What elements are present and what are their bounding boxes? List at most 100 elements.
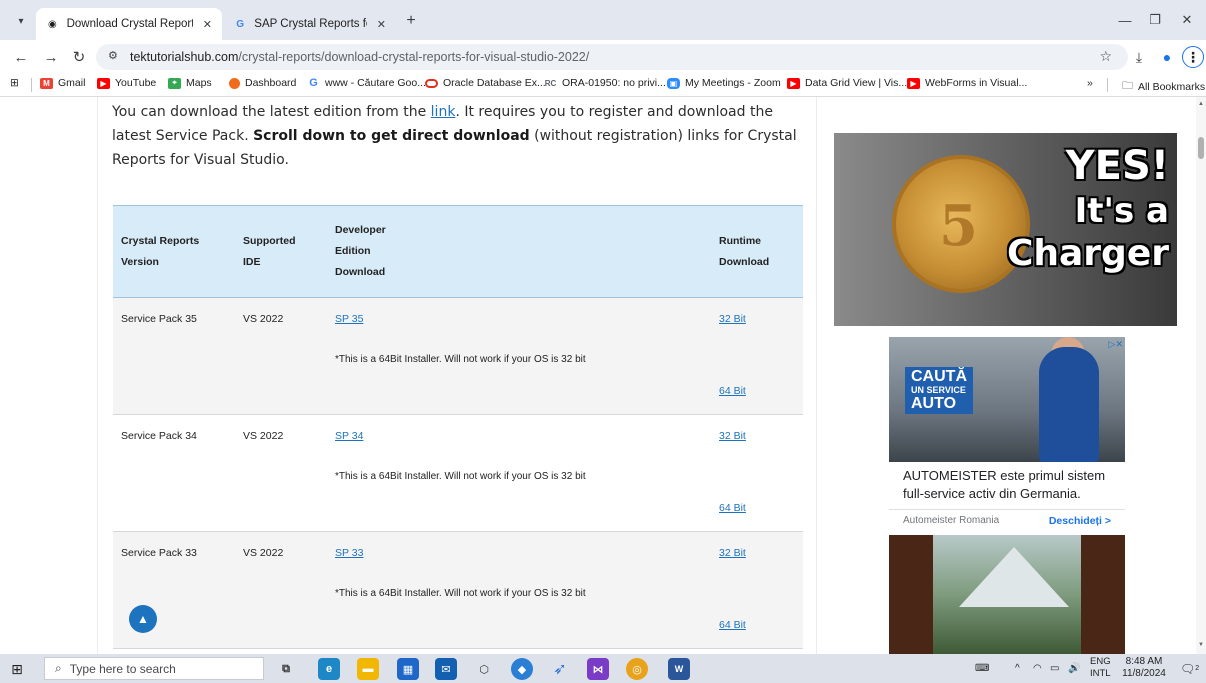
tab-sap-crystal-reports[interactable]: G SAP Crystal Reports for Visual S ✕: [224, 8, 396, 40]
azure-data-studio-icon[interactable]: ➶: [549, 658, 571, 680]
bookmark-label: YouTube: [115, 77, 157, 89]
download-icon[interactable]: ⤓: [1128, 46, 1150, 68]
back-icon[interactable]: ←: [10, 46, 32, 68]
page-scrollbar[interactable]: ▲ ▼: [1196, 97, 1206, 654]
ad-open-button[interactable]: Deschideți >: [1049, 515, 1111, 527]
badge-line: AUTO: [911, 395, 957, 412]
tab-search-chevron-icon[interactable]: ▾: [10, 10, 32, 32]
site-info-icon[interactable]: ⚙: [108, 49, 118, 62]
intro-text: You can download the latest edition from…: [112, 104, 431, 120]
sp-download-link[interactable]: SP 34: [335, 430, 363, 442]
windows-start-icon[interactable]: ⊞: [8, 660, 26, 678]
runtime-64bit-link[interactable]: 64 Bit: [719, 619, 795, 631]
show-hidden-icons[interactable]: ^: [1015, 654, 1020, 683]
profile-icon[interactable]: ●: [1156, 46, 1178, 68]
minimize-icon[interactable]: —: [1110, 8, 1140, 32]
keyboard-icon[interactable]: ⌨: [975, 654, 989, 683]
bookmark-ora-01950[interactable]: RC ORA-01950: no privi...: [544, 77, 666, 89]
all-bookmarks-button[interactable]: 🗀 All Bookmarks: [1122, 77, 1205, 96]
package-icon[interactable]: ⬡: [473, 658, 495, 680]
apps-grid-icon[interactable]: ⊞: [10, 77, 19, 89]
youtube-icon: ▶: [907, 77, 920, 89]
door-landscape-ad[interactable]: [889, 535, 1125, 654]
battery-icon[interactable]: ▭: [1050, 654, 1059, 683]
mail-icon[interactable]: ✉: [435, 658, 457, 680]
taskbar-search-box[interactable]: ⌕ Type here to search: [44, 657, 264, 680]
copilot-icon[interactable]: ◆: [511, 658, 533, 680]
bookmark-maps[interactable]: ⌖ Maps: [168, 77, 212, 89]
col-header-runtime: Runtime Download: [711, 205, 803, 298]
bookmark-dashboard[interactable]: Dashboard: [229, 77, 296, 89]
sp-download-link[interactable]: SP 35: [335, 313, 363, 325]
forward-icon[interactable]: →: [40, 46, 62, 68]
tab-crystal-reports-download[interactable]: ◉ Download Crystal Reports for V ✕: [36, 8, 222, 40]
youtube-icon: ▶: [787, 77, 800, 89]
intro-bold-text: Scroll down to get direct download: [253, 128, 530, 144]
network-icon[interactable]: ◠: [1033, 654, 1042, 683]
sp-download-link[interactable]: SP 33: [335, 547, 363, 559]
download-link[interactable]: link: [431, 104, 456, 120]
browser-toolbar: ← → ↻ ⚙ tektutorialshub.com/crystal-repo…: [0, 40, 1206, 73]
scroll-to-top-button[interactable]: ▲: [129, 605, 157, 633]
address-bar[interactable]: ⚙ tektutorialshub.com/crystal-reports/do…: [96, 44, 1128, 70]
url-text[interactable]: tektutorialshub.com/crystal-reports/down…: [130, 50, 589, 64]
bookmark-oracle[interactable]: Oracle Database Ex...: [425, 77, 546, 89]
url-host: tektutorialshub.com: [130, 50, 239, 64]
mountain-image: [959, 547, 1069, 607]
store-icon[interactable]: ▦: [397, 658, 419, 680]
word-icon[interactable]: W: [668, 658, 690, 680]
task-view-icon[interactable]: ⧉: [275, 658, 297, 680]
bookmark-gmail[interactable]: M Gmail: [40, 77, 85, 89]
door-left: [889, 535, 933, 654]
runtime-32bit-link[interactable]: 32 Bit: [719, 430, 746, 442]
badge-line: CAUTĂ: [911, 368, 967, 385]
ad-choices-icon[interactable]: ▷✕: [1109, 339, 1123, 350]
bookmarks-divider: [1107, 78, 1108, 92]
scrollbar-thumb[interactable]: [1198, 137, 1204, 159]
visual-studio-icon[interactable]: ⋈: [587, 658, 609, 680]
bookmark-youtube[interactable]: ▶ YouTube: [97, 77, 156, 89]
taskbar-clock[interactable]: 8:48 AM 11/8/2024: [1122, 656, 1166, 680]
bookmark-label: Maps: [186, 77, 212, 89]
gmail-icon: M: [40, 77, 53, 89]
volume-icon[interactable]: 🔊: [1068, 654, 1080, 683]
close-tab-icon[interactable]: ✕: [203, 18, 212, 31]
runtime-64bit-link[interactable]: 64 Bit: [719, 502, 795, 514]
google-icon: G: [236, 18, 245, 30]
language-indicator[interactable]: ENG INTL: [1090, 656, 1111, 680]
tab-strip: ▾ ◉ Download Crystal Reports for V ✕ G S…: [0, 0, 1206, 40]
restore-icon[interactable]: ❐: [1140, 8, 1170, 32]
file-explorer-icon[interactable]: ▬: [357, 658, 379, 680]
bookmark-label: Oracle Database Ex...: [443, 77, 546, 89]
edge-icon[interactable]: e: [318, 658, 340, 680]
youtube-icon: ▶: [97, 77, 110, 89]
runtime-64bit-link[interactable]: 64 Bit: [719, 385, 795, 397]
notifications-icon[interactable]: 🗨 2: [1180, 654, 1199, 683]
bookmark-zoom[interactable]: ▣ My Meetings - Zoom: [667, 77, 781, 89]
ide-cell: VS 2022: [235, 414, 327, 532]
automeister-ad[interactable]: CAUTĂ UN SERVICE AUTO ▷✕ AUTOMEISTER est…: [889, 337, 1125, 531]
language-code: ENG: [1090, 656, 1111, 667]
bookmark-google-search[interactable]: G www - Căutare Goo...: [307, 77, 426, 89]
more-bookmarks-button[interactable]: »: [1087, 77, 1093, 89]
globe-icon: ◉: [47, 18, 57, 30]
col-header-version: Crystal Reports Version: [113, 205, 235, 298]
bookmark-label: www - Căutare Goo...: [325, 77, 426, 89]
version-cell: Service Pack 35: [113, 297, 235, 415]
keyboard-layout: INTL: [1090, 668, 1111, 679]
bookmark-data-grid-view[interactable]: ▶ Data Grid View | Vis...: [787, 77, 907, 89]
chrome-icon[interactable]: ◎: [626, 658, 648, 680]
new-tab-button[interactable]: +: [400, 10, 422, 32]
reload-icon[interactable]: ↻: [68, 46, 90, 68]
charger-coin-ad[interactable]: 5 YES! It's a Charger: [834, 133, 1177, 326]
ad-headline[interactable]: AUTOMEISTER este primul sistem full-serv…: [903, 467, 1119, 503]
scroll-up-icon[interactable]: ▲: [1198, 101, 1204, 107]
close-tab-icon[interactable]: ✕: [377, 18, 386, 31]
bookmark-star-icon[interactable]: ☆: [1099, 48, 1112, 65]
runtime-32bit-link[interactable]: 32 Bit: [719, 313, 746, 325]
runtime-32bit-link[interactable]: 32 Bit: [719, 547, 746, 559]
bookmark-webforms[interactable]: ▶ WebForms in Visual...: [907, 77, 1027, 89]
scroll-down-icon[interactable]: ▼: [1198, 642, 1204, 648]
chrome-menu-icon[interactable]: ⋮: [1182, 46, 1204, 68]
close-window-icon[interactable]: ✕: [1172, 8, 1202, 32]
